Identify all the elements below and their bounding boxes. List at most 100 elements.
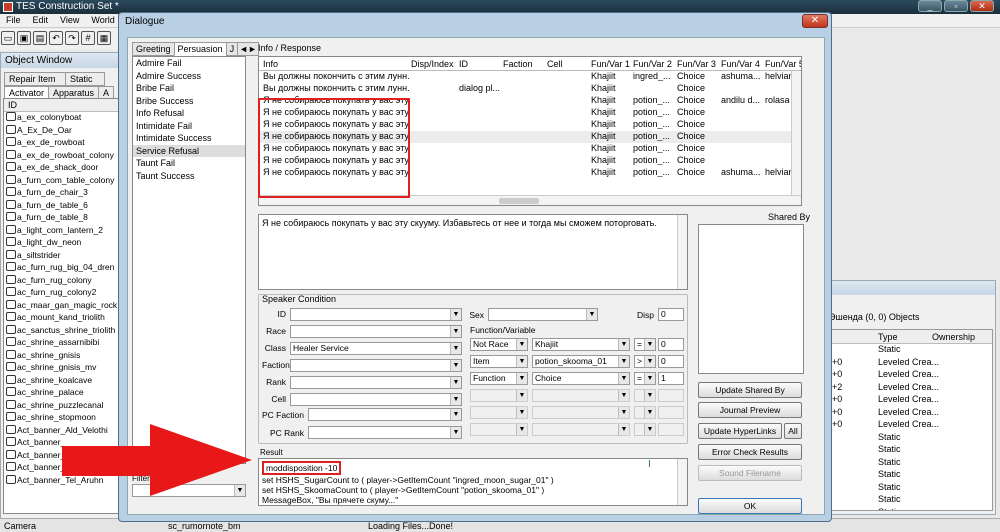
function-value-field[interactable]: 0 <box>658 355 684 368</box>
cell-object-row[interactable]: +0 Leveled Crea... <box>832 357 992 370</box>
save-icon[interactable]: ▣ <box>17 31 31 45</box>
minimize-button[interactable]: _ <box>918 0 942 12</box>
function-name-combo[interactable]: ▼ <box>532 406 630 419</box>
result-scrollbar[interactable] <box>677 459 687 505</box>
cell-object-row[interactable]: Static <box>832 457 992 470</box>
speaker-id-combo[interactable]: ▼ <box>290 308 462 321</box>
topic-item[interactable]: Taunt Success <box>133 170 245 183</box>
function-value-field[interactable] <box>658 389 684 402</box>
cell-object-row[interactable]: Static <box>832 344 992 357</box>
function-operator-combo[interactable]: ▼ <box>634 406 656 419</box>
cell-object-row[interactable]: Static <box>832 507 992 511</box>
object-list-header[interactable]: ID <box>4 99 119 112</box>
topic-item[interactable]: Intimidate Success <box>133 132 245 145</box>
cell-object-row[interactable]: +0 Leveled Crea... <box>832 394 992 407</box>
tab-greeting[interactable]: Greeting <box>132 42 175 56</box>
function-name-combo[interactable]: ▼ <box>532 389 630 402</box>
object-list-item[interactable]: a_furn_de_chair_3 <box>4 187 119 200</box>
hscroll-thumb[interactable] <box>499 198 539 204</box>
cell-object-row[interactable]: Static <box>832 482 992 495</box>
info-column-header[interactable]: Fun/Var 3 <box>677 59 716 69</box>
update-shared-by-button[interactable]: Update Shared By <box>698 382 802 398</box>
topic-item[interactable]: Admire Fail <box>133 57 245 70</box>
shared-by-list[interactable] <box>698 224 804 374</box>
menu-edit[interactable]: Edit <box>27 14 55 26</box>
function-name-combo[interactable]: ▼ <box>532 423 630 436</box>
object-list-item[interactable]: ac_shrine_gnisis <box>4 349 119 363</box>
function-name-combo[interactable]: Choice ▼ <box>532 372 630 385</box>
topic-item[interactable]: Bribe Fail <box>133 82 245 95</box>
cell-object-row[interactable]: Static <box>832 469 992 482</box>
function-value-field[interactable] <box>658 423 684 436</box>
object-list-item[interactable]: a_furn_com_table_colony <box>4 174 119 188</box>
speaker-class-combo[interactable]: Healer Service ▼ <box>290 342 462 355</box>
menu-file[interactable]: File <box>0 14 27 26</box>
cell-object-row[interactable]: Static <box>832 444 992 457</box>
sound-filename-button[interactable]: Sound Filename <box>698 465 802 481</box>
col-ownership[interactable]: Ownership <box>932 332 975 342</box>
function-operator-combo[interactable]: ▼ <box>634 389 656 402</box>
sex-combo[interactable]: ▼ <box>488 308 598 321</box>
topic-item[interactable]: Admire Success <box>133 70 245 83</box>
menu-world[interactable]: World <box>85 14 120 26</box>
speaker-race-combo[interactable]: ▼ <box>290 325 462 338</box>
function-operator-combo[interactable]: = ▼ <box>634 372 656 385</box>
object-list-item[interactable]: a_siltstrider <box>4 249 119 263</box>
close-button[interactable]: ✕ <box>970 0 994 12</box>
all-button[interactable]: All <box>784 423 802 439</box>
function-type-combo[interactable]: ▼ <box>470 423 528 436</box>
function-type-combo[interactable]: Not Race ▼ <box>470 338 528 351</box>
function-type-combo[interactable]: ▼ <box>470 389 528 402</box>
function-operator-combo[interactable]: > ▼ <box>634 355 656 368</box>
info-column-header[interactable]: Faction <box>503 59 533 69</box>
journal-preview-button[interactable]: Journal Preview <box>698 402 802 418</box>
function-value-field[interactable]: 1 <box>658 372 684 385</box>
cell-object-row[interactable]: +0 Leveled Crea... <box>832 369 992 382</box>
topic-item[interactable]: Taunt Fail <box>133 157 245 170</box>
cell-object-row[interactable]: +0 Leveled Crea... <box>832 407 992 420</box>
info-column-header[interactable]: ID <box>459 59 468 69</box>
function-operator-combo[interactable]: = ▼ <box>634 338 656 351</box>
info-column-header[interactable]: Fun/Var 2 <box>633 59 672 69</box>
new-icon[interactable]: ▭ <box>1 31 15 45</box>
info-vscrollbar[interactable] <box>791 71 801 195</box>
col-type[interactable]: Type <box>878 332 898 342</box>
error-check-results-button[interactable]: Error Check Results <box>698 444 802 460</box>
open-icon[interactable]: ▤ <box>33 31 47 45</box>
object-list-item[interactable]: a_ex_colonyboat <box>4 112 119 125</box>
update-hyperlinks-button[interactable]: Update HyperLinks <box>698 423 782 439</box>
dialogue-close-button[interactable]: ✕ <box>802 14 828 28</box>
object-list-item[interactable]: ac_maar_gan_magic_rock <box>4 299 119 313</box>
function-type-combo[interactable]: Function ▼ <box>470 372 528 385</box>
maximize-button[interactable]: ▫ <box>944 0 968 12</box>
object-list-item[interactable]: a_light_com_lantern_2 <box>4 224 119 238</box>
speaker-rank-combo[interactable]: ▼ <box>290 376 462 389</box>
info-row[interactable]: Вы должны покончить с этим лунн... Khajii… <box>259 71 801 83</box>
object-list-item[interactable]: ac_mount_kand_triolith <box>4 312 119 325</box>
info-column-header[interactable]: Cell <box>547 59 563 69</box>
object-list-item[interactable]: ac_shrine_puzzlecanal <box>4 399 119 413</box>
cell-object-row[interactable]: Static <box>832 494 992 507</box>
info-column-header[interactable]: Disp/Index <box>411 59 454 69</box>
undo-icon[interactable]: ↶ <box>49 31 63 45</box>
tab-repair-item[interactable]: Repair Item <box>4 72 66 86</box>
topic-item[interactable]: Bribe Success <box>133 95 245 108</box>
function-type-combo[interactable]: Item ▼ <box>470 355 528 368</box>
function-value-field[interactable]: 0 <box>658 338 684 351</box>
function-value-field[interactable] <box>658 406 684 419</box>
ok-button[interactable]: OK <box>698 498 802 514</box>
pc-rank-combo[interactable]: ▼ <box>308 426 462 439</box>
object-list-item[interactable]: a_ex_de_rowboat <box>4 137 119 150</box>
topic-item[interactable]: Info Refusal <box>133 107 245 120</box>
topic-item[interactable]: Intimidate Fail <box>133 120 245 133</box>
speaker-faction-combo[interactable]: ▼ <box>290 359 462 372</box>
tab-persuasion[interactable]: Persuasion <box>173 42 227 56</box>
redo-icon[interactable]: ↷ <box>65 31 79 45</box>
grid-icon[interactable]: # <box>81 31 95 45</box>
object-list-item[interactable]: ac_shrine_assarnibibi <box>4 337 119 350</box>
response-scrollbar[interactable] <box>677 215 687 289</box>
cell-object-row[interactable]: +0 Leveled Crea... <box>832 419 992 432</box>
tab-static[interactable]: Static <box>65 72 105 86</box>
menu-view[interactable]: View <box>54 14 85 26</box>
disp-field[interactable]: 0 <box>658 308 684 321</box>
